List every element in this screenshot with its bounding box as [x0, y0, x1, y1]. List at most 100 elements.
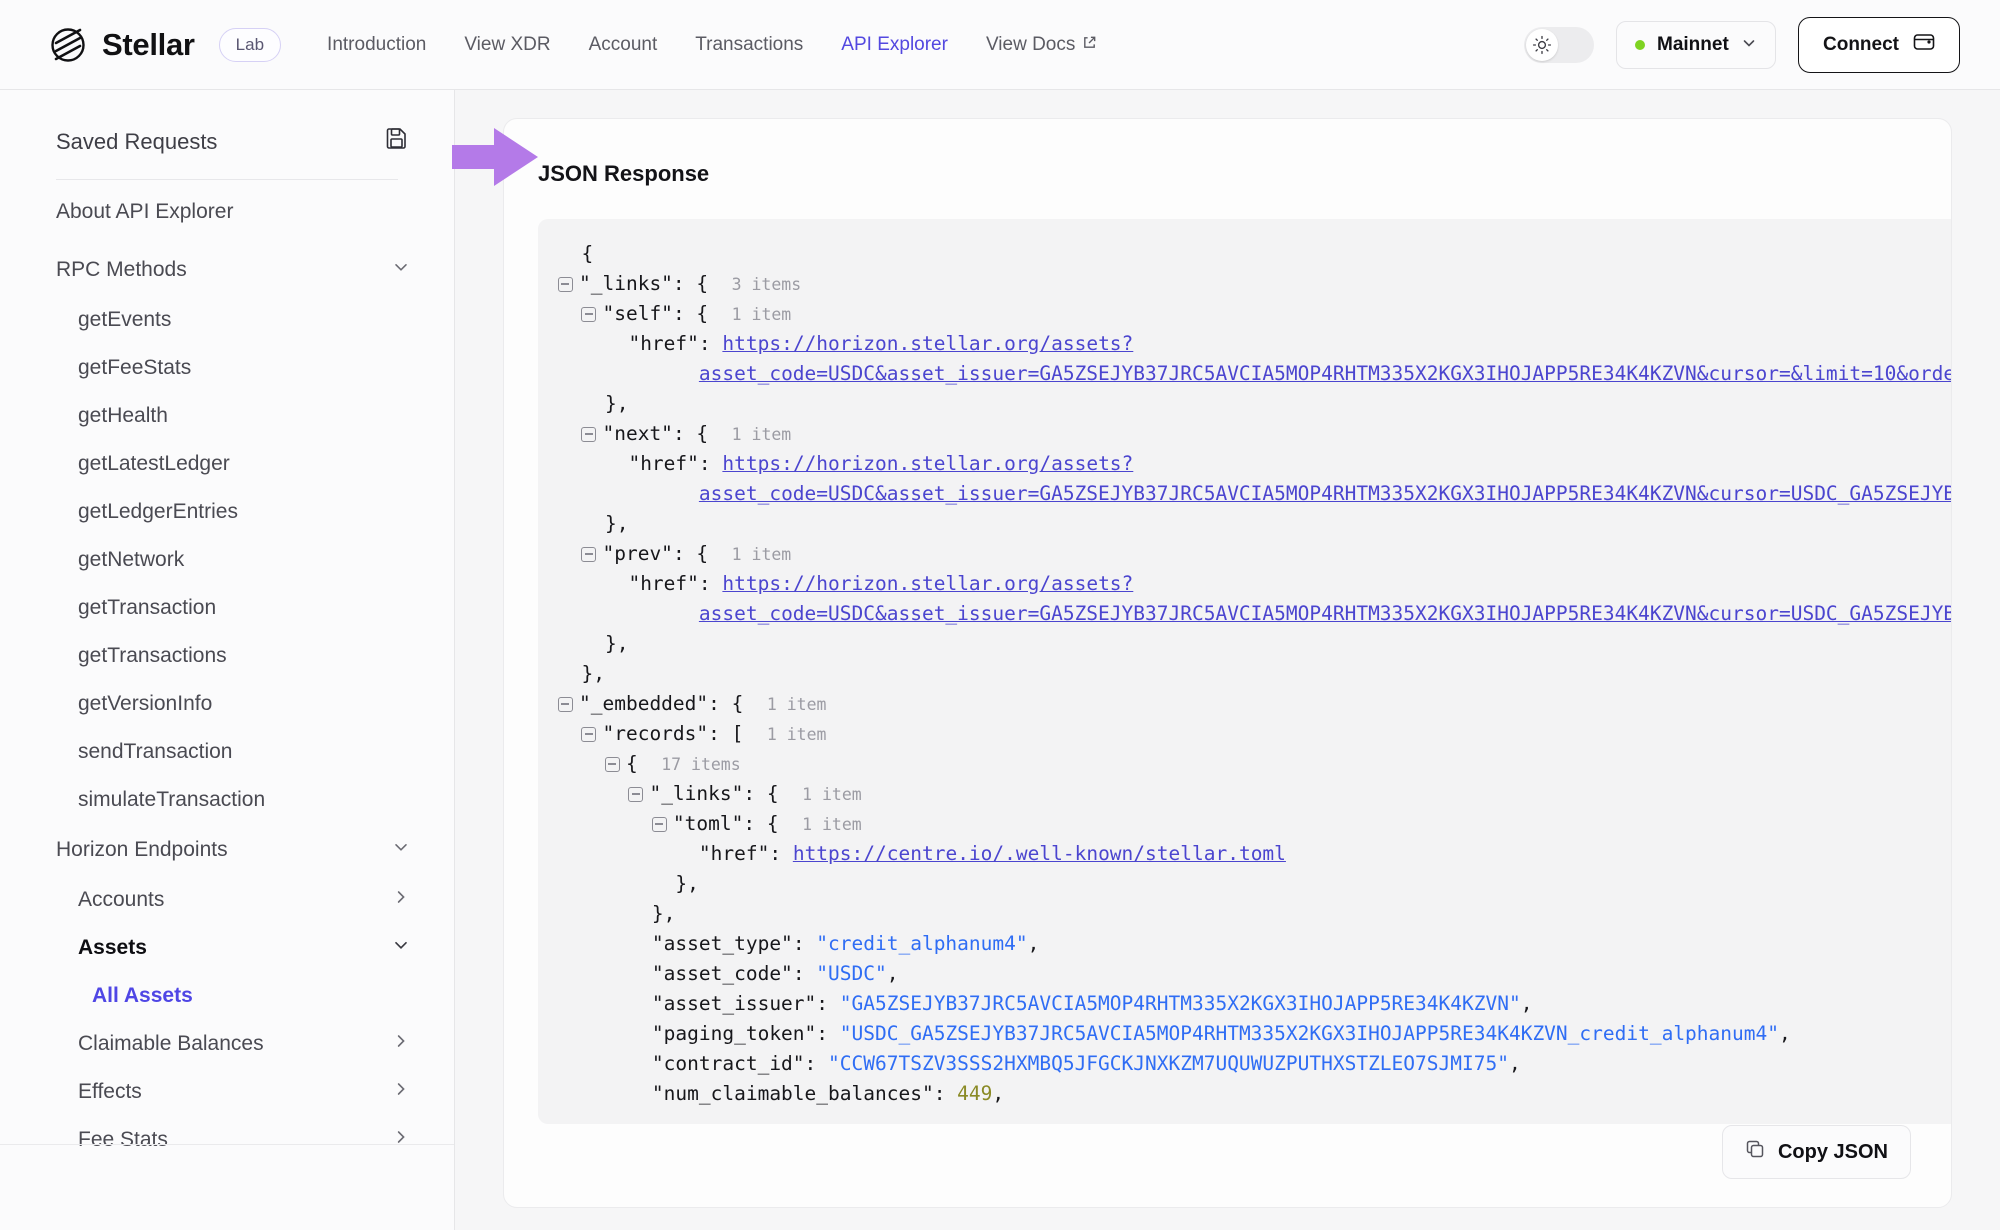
sidebar-item-gettransaction[interactable]: getTransaction: [0, 584, 454, 632]
json-punctuation: :: [698, 332, 723, 355]
sidebar-item-all-assets[interactable]: All Assets: [0, 972, 454, 1020]
json-link-value[interactable]: asset_code=USDC&asset_issuer=GA5ZSEJYB37…: [699, 362, 1951, 385]
theme-toggle[interactable]: [1524, 27, 1594, 63]
sidebar-item-effects[interactable]: Effects: [0, 1068, 454, 1116]
json-line: "records": [ 1 item: [558, 719, 1951, 749]
network-label: Mainnet: [1657, 34, 1729, 55]
json-link-value[interactable]: https://horizon.stellar.org/assets?: [722, 332, 1133, 355]
saved-requests-label: Saved Requests: [56, 128, 218, 154]
collapse-toggle-icon[interactable]: [581, 727, 597, 742]
nav-transactions[interactable]: Transactions: [695, 34, 803, 56]
json-link-value[interactable]: asset_code=USDC&asset_issuer=GA5ZSEJYB37…: [699, 602, 1951, 625]
json-line: "href": https://centre.io/.well-known/st…: [558, 839, 1951, 869]
json-line: "asset_type": "credit_alphanum4",: [558, 929, 1951, 959]
json-punctuation: :: [769, 842, 793, 865]
brand-name: Stellar: [102, 26, 195, 62]
json-key: "asset_issuer": [651, 992, 817, 1015]
sidebar-item-getledgerentries[interactable]: getLedgerEntries: [0, 488, 454, 536]
chevron-right-icon: [392, 888, 410, 912]
json-key: "toml": [672, 812, 744, 835]
json-punctuation: : {: [708, 692, 767, 715]
json-punctuation: :: [792, 962, 817, 985]
json-line: "href": https://horizon.stellar.org/asse…: [558, 449, 1951, 479]
nav-account[interactable]: Account: [589, 34, 658, 56]
json-item-count: 1 item: [802, 815, 862, 834]
collapse-toggle-icon[interactable]: [604, 757, 620, 772]
json-key: "href": [628, 452, 699, 475]
json-punctuation: },: [558, 902, 676, 925]
json-key: "href": [628, 332, 699, 355]
saved-requests-row[interactable]: Saved Requests: [0, 90, 454, 179]
network-selector[interactable]: Mainnet: [1616, 21, 1776, 69]
json-code-block[interactable]: {"_links": { 3 items "self": { 1 item "h…: [538, 219, 1951, 1124]
connect-button[interactable]: Connect: [1798, 17, 1960, 73]
sidebar-item-getnetwork[interactable]: getNetwork: [0, 536, 454, 584]
app-header: Stellar Lab Introduction View XDR Accoun…: [0, 0, 2000, 90]
sidebar-item-simulatetransaction[interactable]: simulateTransaction: [0, 776, 454, 824]
json-punctuation: [558, 722, 581, 745]
sidebar-item-sendtransaction[interactable]: sendTransaction: [0, 728, 454, 776]
json-punctuation: [558, 1082, 652, 1105]
sun-icon: [1526, 29, 1558, 61]
sidebar-item-getversioninfo[interactable]: getVersionInfo: [0, 680, 454, 728]
nav-api-explorer[interactable]: API Explorer: [841, 34, 948, 56]
page-title: JSON Response: [538, 161, 710, 186]
collapse-toggle-icon[interactable]: [558, 277, 573, 292]
json-key: "_links": [649, 782, 744, 805]
json-line: "num_claimable_balances": 449,: [558, 1079, 1951, 1109]
json-item-count: 1 item: [731, 425, 792, 444]
nav-view-docs[interactable]: View Docs: [986, 34, 1097, 56]
collapse-toggle-icon[interactable]: [581, 307, 597, 322]
sidebar-item-getfeestats[interactable]: getFeeStats: [0, 344, 454, 392]
copy-json-button[interactable]: Copy JSON: [1721, 1125, 1911, 1179]
json-punctuation: [558, 302, 581, 325]
json-link-value[interactable]: https://horizon.stellar.org/assets?: [722, 572, 1133, 595]
json-punctuation: :: [698, 572, 723, 595]
nav-view-docs-label: View Docs: [985, 33, 1076, 55]
json-punctuation: ,: [1508, 1052, 1521, 1075]
sidebar-item-getevents[interactable]: getEvents: [0, 296, 454, 344]
json-punctuation: [558, 782, 628, 805]
chevron-down-icon: [392, 258, 410, 282]
json-punctuation: [558, 752, 605, 775]
sidebar-item-assets[interactable]: Assets: [0, 924, 454, 972]
sidebar-item-getlatestledger[interactable]: getLatestLedger: [0, 440, 454, 488]
json-link-value[interactable]: asset_code=USDC&asset_issuer=GA5ZSEJYB37…: [699, 482, 1951, 505]
json-link-value[interactable]: https://centre.io/.well-known/stellar.to…: [793, 842, 1286, 865]
json-punctuation: [558, 542, 581, 565]
sidebar-item-label: About API Explorer: [56, 200, 234, 223]
sidebar-group-label: RPC Methods: [56, 258, 187, 281]
sidebar-item-claimable-balances[interactable]: Claimable Balances: [0, 1020, 454, 1068]
save-icon[interactable]: [384, 126, 410, 157]
nav-view-xdr[interactable]: View XDR: [464, 34, 550, 56]
json-string-value: "GA5ZSEJYB37JRC5AVCIA5MOP4RHTM335X2KGX3I…: [839, 992, 1521, 1015]
json-link-value[interactable]: https://horizon.stellar.org/assets?: [722, 452, 1133, 475]
collapse-toggle-icon[interactable]: [628, 787, 644, 802]
stellar-lab-app: Stellar Lab Introduction View XDR Accoun…: [0, 0, 2000, 1230]
sidebar-group-rpc-methods[interactable]: RPC Methods: [0, 244, 454, 296]
collapse-toggle-icon[interactable]: [651, 817, 667, 832]
json-string-value: "CCW67TSZV3SSS2HXMBQ5JFGCKJNXKZM7UQUWUZP…: [828, 1052, 1509, 1075]
chevron-down-icon: [392, 838, 410, 862]
json-key: "records": [602, 722, 709, 745]
json-line: "self": { 1 item: [558, 299, 1951, 329]
json-line: "asset_code": "USDC",: [558, 959, 1951, 989]
sidebar-item-gettransactions[interactable]: getTransactions: [0, 632, 454, 680]
json-punctuation: ,: [886, 962, 899, 985]
json-line: },: [558, 869, 1951, 899]
collapse-toggle-icon[interactable]: [558, 697, 573, 712]
collapse-toggle-icon[interactable]: [581, 547, 597, 562]
json-line: "href": https://horizon.stellar.org/asse…: [558, 569, 1951, 599]
collapse-toggle-icon[interactable]: [581, 427, 597, 442]
wallet-icon: [1913, 32, 1935, 58]
json-punctuation: :: [804, 1052, 829, 1075]
nav-introduction[interactable]: Introduction: [327, 34, 426, 56]
sidebar-item-accounts[interactable]: Accounts: [0, 876, 454, 924]
sidebar-item-gethealth[interactable]: getHealth: [0, 392, 454, 440]
chevron-right-icon: [392, 1080, 410, 1104]
json-line: },: [558, 629, 1951, 659]
network-status-dot: [1635, 40, 1645, 50]
sidebar-item-about-api-explorer[interactable]: About API Explorer: [0, 180, 454, 244]
brand[interactable]: Stellar Lab: [48, 25, 282, 65]
sidebar-group-horizon-endpoints[interactable]: Horizon Endpoints: [0, 824, 454, 876]
